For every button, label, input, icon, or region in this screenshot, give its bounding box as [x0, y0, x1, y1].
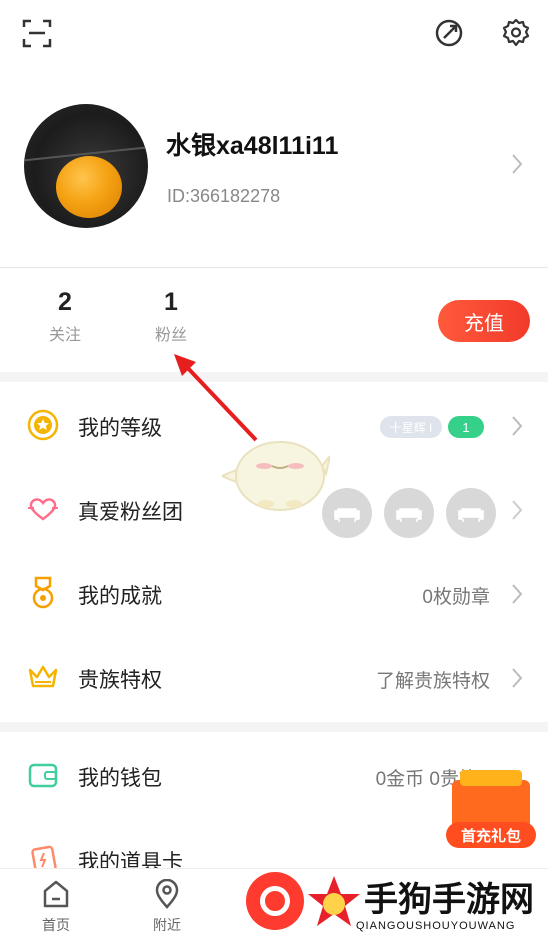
- menu-label-fan-club: 真爱粉丝团: [78, 501, 183, 524]
- chevron-right-icon: [512, 416, 523, 436]
- chevron-right-icon: [512, 584, 523, 604]
- home-icon: [43, 880, 69, 908]
- medal-star-icon: [27, 409, 59, 441]
- annotation-arrow: [174, 354, 258, 442]
- menu-item-noble[interactable]: 贵族特权 了解贵族特权: [0, 636, 548, 720]
- first-recharge-gift[interactable]: 首充礼包: [446, 770, 536, 854]
- nav-nearby[interactable]: 附近: [137, 879, 197, 935]
- profile-card[interactable]: 水银xa48l11i11 ID:366182278: [0, 100, 548, 240]
- go-live-button[interactable]: [246, 872, 304, 930]
- wallet-icon: [28, 763, 58, 788]
- nav-home-label: 首页: [42, 917, 70, 933]
- menu-label-achievement: 我的成就: [78, 585, 162, 608]
- stats-bar: 2 关注 1 粉丝 充值: [0, 268, 548, 372]
- following-count: 2: [58, 288, 72, 316]
- section-gap: [0, 372, 548, 382]
- following-label: 关注: [48, 327, 81, 344]
- achievement-value: 0枚勋章: [422, 587, 490, 608]
- chevron-right-icon: [512, 154, 523, 174]
- level-badge: 十星辉 I: [380, 416, 442, 438]
- menu-label-wallet: 我的钱包: [78, 767, 162, 790]
- top-bar: [0, 0, 548, 70]
- fans-label: 粉丝: [154, 327, 187, 344]
- live-ring-icon: [260, 886, 290, 916]
- avatar[interactable]: [24, 104, 148, 228]
- recharge-button[interactable]: 充值: [438, 300, 530, 342]
- fans-stat[interactable]: 1 粉丝: [141, 288, 201, 345]
- fans-count: 1: [164, 288, 178, 316]
- chevron-right-icon: [512, 500, 523, 520]
- watermark-title: 手狗手游网: [364, 880, 534, 920]
- sofa-icon: [446, 488, 496, 538]
- location-pin-icon: [155, 879, 179, 909]
- level-number-badge: 1: [448, 416, 484, 438]
- watermark-logo-icon: [308, 876, 360, 926]
- edit-share-icon[interactable]: [434, 18, 464, 48]
- medal-icon: [32, 576, 54, 609]
- menu-item-achievement[interactable]: 我的成就 0枚勋章: [0, 552, 548, 636]
- scan-icon[interactable]: [22, 18, 52, 48]
- nav-home[interactable]: 首页: [26, 879, 86, 935]
- chevron-right-icon: [512, 668, 523, 688]
- menu-label-level: 我的等级: [78, 417, 162, 440]
- menu-label-noble: 贵族特权: [78, 669, 162, 692]
- site-watermark: 手狗手游网 QIANGOUSHOUYOUWANG: [300, 866, 548, 940]
- following-stat[interactable]: 2 关注: [35, 288, 95, 345]
- crown-icon: [28, 665, 58, 688]
- watermark-subtitle: QIANGOUSHOUYOUWANG: [356, 920, 516, 932]
- section-gap: [0, 722, 548, 732]
- first-recharge-label: 首充礼包: [446, 822, 536, 848]
- username: 水银xa48l11i11: [166, 132, 339, 160]
- sofa-icon: [384, 488, 434, 538]
- heart-icon: [28, 498, 58, 521]
- gear-icon[interactable]: [501, 18, 531, 48]
- nav-nearby-label: 附近: [153, 917, 181, 933]
- user-id: ID:366182278: [167, 186, 281, 206]
- noble-value: 了解贵族特权: [375, 671, 490, 692]
